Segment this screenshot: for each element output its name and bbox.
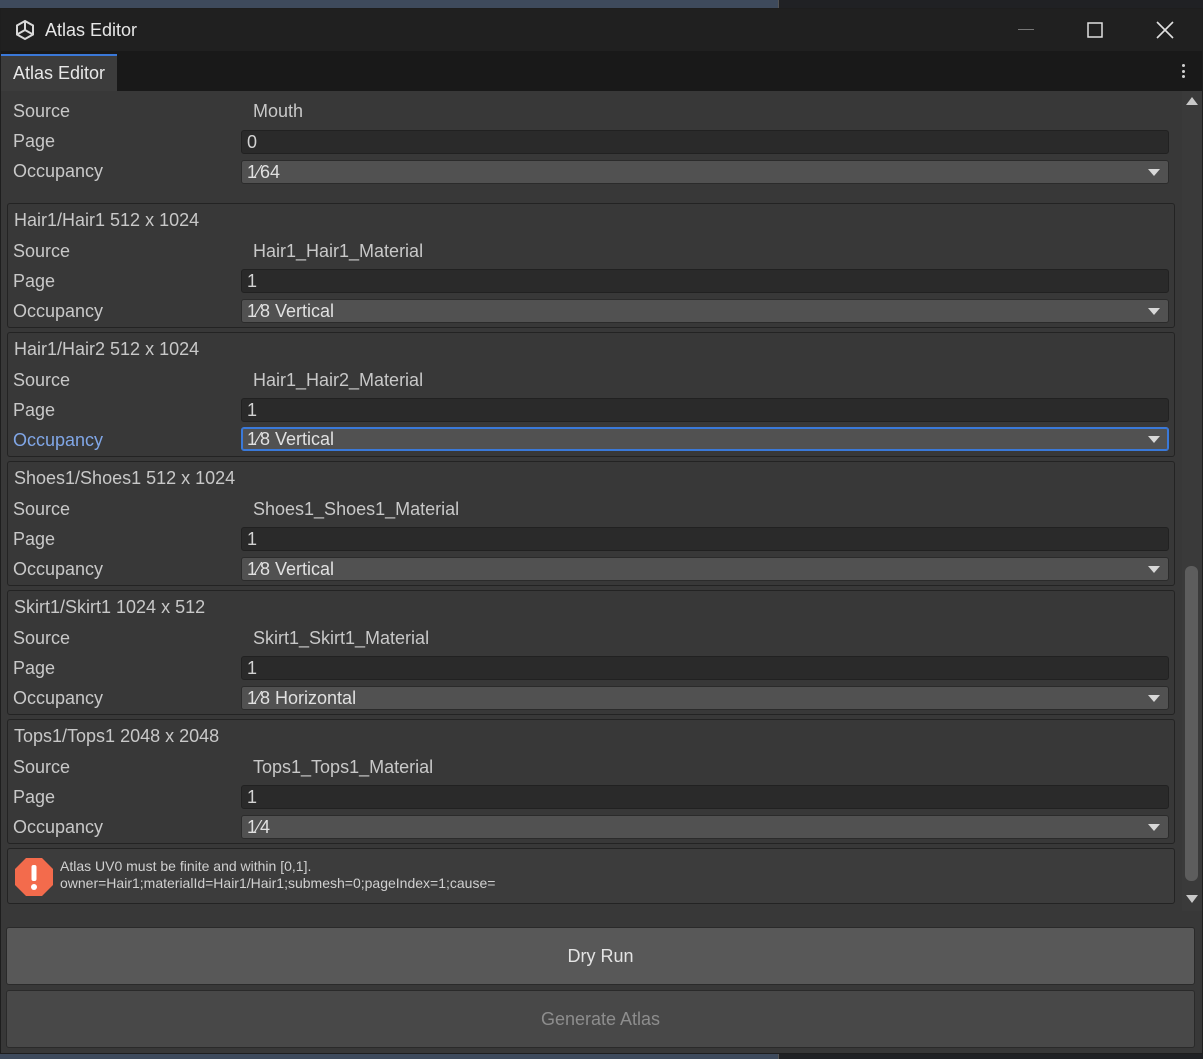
warning-help-box: Atlas UV0 must be finite and within [0,1…: [7, 848, 1175, 904]
occupancy-label: Occupancy: [13, 687, 104, 708]
page-label: Page: [13, 528, 56, 549]
tab-bar: Atlas Editor: [1, 51, 1202, 91]
page-field[interactable]: 1: [241, 656, 1169, 680]
more-options-icon[interactable]: [1176, 61, 1190, 81]
page-field[interactable]: 1: [241, 527, 1169, 551]
page-field[interactable]: 1: [241, 269, 1169, 293]
scrollbar-thumb[interactable]: [1185, 566, 1198, 881]
atlas-editor-window: Atlas Editor Atlas Editor Source Mouth P…: [0, 8, 1203, 1054]
source-label: Source: [13, 240, 71, 261]
page-label: Page: [13, 786, 56, 807]
source-label: Source: [13, 100, 71, 121]
occupancy-label: Occupancy: [13, 160, 104, 181]
maximize-button[interactable]: [1060, 9, 1130, 51]
source-label: Source: [13, 498, 71, 519]
page-field[interactable]: 0: [241, 130, 1169, 154]
occupancy-label: Occupancy: [13, 429, 104, 450]
page-label: Page: [13, 657, 56, 678]
warning-icon: [14, 857, 54, 897]
chevron-down-icon: [1148, 824, 1160, 831]
dry-run-button[interactable]: Dry Run: [6, 927, 1195, 985]
page-row: Page: [13, 655, 241, 681]
scroll-up-icon[interactable]: [1186, 97, 1198, 105]
inspector-scroll-view: Source Mouth Page 0 Occupancy 1⁄64 Hair1…: [1, 91, 1182, 911]
source-value: Tops1_Tops1_Material: [253, 756, 434, 777]
source-label: Source: [13, 756, 71, 777]
source-value: Shoes1_Shoes1_Material: [253, 498, 460, 519]
generate-atlas-button[interactable]: Generate Atlas: [6, 990, 1195, 1048]
page-label: Page: [13, 399, 56, 420]
source-value: Skirt1_Skirt1_Material: [253, 627, 430, 648]
chevron-down-icon: [1148, 566, 1160, 573]
entry-title: Hair1/Hair2 512 x 1024: [14, 339, 200, 359]
source-row: Source Mouth: [13, 98, 303, 124]
warning-message: Atlas UV0 must be finite and within [0,1…: [60, 858, 495, 892]
window-title: Atlas Editor: [45, 19, 138, 40]
occupancy-value: 1⁄8 Vertical: [247, 428, 335, 449]
vertical-scrollbar[interactable]: [1182, 91, 1202, 911]
entry-title: Tops1/Tops1 2048 x 2048: [14, 726, 220, 746]
warning-line-2: owner=Hair1;materialId=Hair1/Hair1;subme…: [60, 875, 496, 891]
occupancy-dropdown[interactable]: 1⁄8 Horizontal: [241, 686, 1169, 710]
source-row: Source Shoes1_Shoes1_Material: [13, 496, 459, 522]
tab-atlas-editor[interactable]: Atlas Editor: [1, 54, 118, 91]
page-row: Page: [13, 784, 241, 810]
occupancy-row: Occupancy: [13, 556, 241, 582]
page-label: Page: [13, 130, 56, 151]
entry-title: Hair1/Hair1 512 x 1024: [14, 210, 200, 230]
occupancy-dropdown[interactable]: 1⁄8 Vertical: [241, 557, 1169, 581]
page-row: Page: [13, 268, 241, 294]
occupancy-value: 1⁄8 Horizontal: [247, 687, 357, 708]
page-field[interactable]: 1: [241, 398, 1169, 422]
scroll-down-icon[interactable]: [1186, 895, 1198, 903]
close-button[interactable]: [1130, 9, 1200, 51]
occupancy-row: Occupancy: [13, 685, 241, 711]
occupancy-value: 1⁄8 Vertical: [247, 300, 335, 321]
source-label: Source: [13, 369, 71, 390]
source-label: Source: [13, 627, 71, 648]
chevron-down-icon: [1148, 169, 1160, 176]
entry-title: Shoes1/Shoes1 512 x 1024: [14, 468, 236, 488]
chevron-down-icon: [1148, 436, 1160, 443]
source-row: Source Skirt1_Skirt1_Material: [13, 625, 429, 651]
source-value: Mouth: [253, 100, 304, 121]
source-row: Source Tops1_Tops1_Material: [13, 754, 433, 780]
source-row: Source Hair1_Hair1_Material: [13, 238, 423, 264]
occupancy-value: 1⁄8 Vertical: [247, 558, 335, 579]
entry-title: Skirt1/Skirt1 1024 x 512: [14, 597, 206, 617]
warning-line-1: Atlas UV0 must be finite and within [0,1…: [60, 858, 312, 874]
page-row: Page: [13, 397, 241, 423]
occupancy-dropdown[interactable]: 1⁄8 Vertical: [241, 299, 1169, 323]
title-bar: Atlas Editor: [1, 9, 1202, 51]
page-row: Page: [13, 128, 241, 154]
page-label: Page: [13, 270, 56, 291]
chevron-down-icon: [1148, 695, 1160, 702]
occupancy-row: Occupancy: [13, 427, 241, 453]
occupancy-dropdown[interactable]: 1⁄64: [241, 160, 1169, 184]
source-row: Source Hair1_Hair2_Material: [13, 367, 423, 393]
occupancy-label: Occupancy: [13, 816, 104, 837]
occupancy-row: Occupancy: [13, 158, 241, 184]
unity-app-icon: [14, 19, 36, 41]
occupancy-label: Occupancy: [13, 300, 104, 321]
occupancy-value: 1⁄64: [247, 161, 281, 182]
source-value: Hair1_Hair2_Material: [253, 369, 424, 390]
occupancy-value: 1⁄4: [247, 816, 271, 837]
page-row: Page: [13, 526, 241, 552]
page-field[interactable]: 1: [241, 785, 1169, 809]
occupancy-row: Occupancy: [13, 298, 241, 324]
chevron-down-icon: [1148, 308, 1160, 315]
occupancy-dropdown[interactable]: 1⁄4: [241, 815, 1169, 839]
source-value: Hair1_Hair1_Material: [253, 240, 424, 261]
occupancy-dropdown[interactable]: 1⁄8 Vertical: [241, 427, 1169, 451]
occupancy-row: Occupancy: [13, 814, 241, 840]
minimize-button[interactable]: [991, 9, 1061, 51]
button-area: Dry Run Generate Atlas: [1, 911, 1202, 1053]
occupancy-label: Occupancy: [13, 558, 104, 579]
